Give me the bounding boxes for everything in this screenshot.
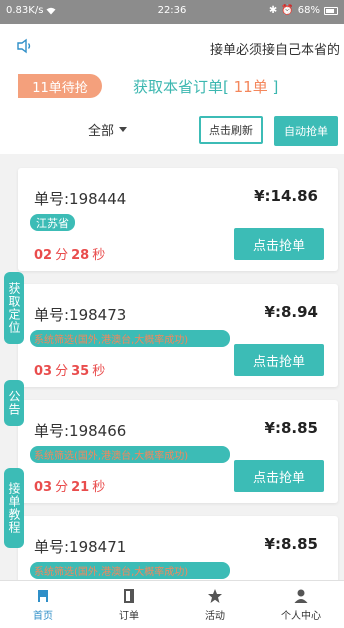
order-icon bbox=[124, 588, 134, 603]
second-unit: 秒 bbox=[92, 364, 106, 379]
region-filter-dropdown[interactable]: 全部 bbox=[88, 120, 128, 139]
alarm-icon: ⏰ bbox=[281, 5, 294, 16]
star-icon bbox=[208, 588, 222, 603]
order-price: ¥:8.94 bbox=[264, 303, 318, 321]
countdown-minutes: 02 bbox=[34, 248, 53, 263]
nav-activity-label: 活动 bbox=[205, 610, 225, 622]
order-number: 单号:198466 bbox=[34, 422, 127, 440]
region-tag: 江苏省 bbox=[30, 214, 75, 231]
announcement-tab[interactable]: 公告 bbox=[4, 380, 24, 426]
order-card: 单号:198471 ¥:8.85 系统筛选(国外,港澳台,大概率成功) bbox=[18, 516, 338, 586]
nav-profile-label: 个人中心 bbox=[281, 610, 321, 622]
battery-percent: 68% bbox=[297, 5, 320, 16]
second-unit: 秒 bbox=[92, 248, 106, 263]
nav-home[interactable]: 首页 bbox=[0, 581, 86, 628]
user-icon bbox=[294, 589, 308, 603]
order-number: 单号:198444 bbox=[34, 190, 127, 208]
minute-unit: 分 bbox=[55, 480, 69, 495]
nav-activity[interactable]: 活动 bbox=[172, 581, 258, 628]
header: 接单必须接自己本省的 11单待抢 获取本省订单[ 11单 ] 全部 点击刷新 自… bbox=[0, 24, 344, 154]
minute-unit: 分 bbox=[55, 248, 69, 263]
filter-label: 全部 bbox=[88, 124, 115, 139]
order-price: ¥:8.85 bbox=[264, 419, 318, 437]
countdown-timer: 03 分 35 秒 bbox=[34, 360, 108, 379]
tutorial-tab[interactable]: 接单教程 bbox=[4, 468, 24, 548]
auto-grab-button[interactable]: 自动抢单 bbox=[274, 116, 338, 146]
bottom-nav: 首页 订单 活动 个人中心 bbox=[0, 580, 344, 628]
status-right: ✱ ⏰ 68% bbox=[269, 5, 338, 16]
nav-home-label: 首页 bbox=[33, 610, 53, 622]
speaker-icon bbox=[17, 38, 31, 54]
pending-count-badge: 11单待抢 bbox=[18, 74, 102, 98]
marquee-text: 接单必须接自己本省的 bbox=[210, 43, 341, 58]
fetch-orders-link[interactable]: 获取本省订单[ 11单 ] bbox=[133, 76, 278, 97]
order-number: 单号:198473 bbox=[34, 306, 127, 324]
nav-orders[interactable]: 订单 bbox=[86, 581, 172, 628]
order-number: 单号:198471 bbox=[34, 538, 127, 556]
grab-order-button[interactable]: 点击抢单 bbox=[234, 460, 324, 492]
order-card: 单号:198444 ¥:14.86 江苏省 02 分 28 秒 点击抢单 bbox=[18, 168, 338, 271]
countdown-timer: 03 分 21 秒 bbox=[34, 476, 108, 495]
fetch-suffix: ] bbox=[272, 78, 279, 96]
region-tag: 系统筛选(国外,港澳台,大概率成功) bbox=[30, 562, 230, 579]
battery-icon bbox=[324, 6, 338, 15]
second-unit: 秒 bbox=[92, 480, 106, 495]
grab-order-button[interactable]: 点击抢单 bbox=[234, 344, 324, 376]
countdown-seconds: 35 bbox=[71, 364, 90, 379]
minute-unit: 分 bbox=[55, 364, 69, 379]
order-price: ¥:8.85 bbox=[264, 535, 318, 553]
order-card: 单号:198473 ¥:8.94 系统筛选(国外,港澳台,大概率成功) 03 分 3… bbox=[18, 284, 338, 387]
status-bar: 0.83K/s 22:36 ✱ ⏰ 68% bbox=[0, 0, 344, 24]
countdown-seconds: 28 bbox=[71, 248, 90, 263]
region-tag: 系统筛选(国外,港澳台,大概率成功) bbox=[30, 446, 230, 463]
countdown-minutes: 03 bbox=[34, 480, 53, 495]
nav-orders-label: 订单 bbox=[119, 610, 139, 622]
grab-order-button[interactable]: 点击抢单 bbox=[234, 228, 324, 260]
fetch-count: 11单 bbox=[228, 78, 273, 96]
order-card: 单号:198466 ¥:8.85 系统筛选(国外,港澳台,大概率成功) 03 分 2… bbox=[18, 400, 338, 503]
home-icon bbox=[38, 589, 48, 602]
get-location-tab[interactable]: 获取定位 bbox=[4, 272, 24, 344]
fetch-prefix: 获取本省订单[ bbox=[133, 78, 229, 96]
bluetooth-icon: ✱ bbox=[268, 5, 278, 16]
chevron-down-icon bbox=[119, 127, 128, 132]
countdown-timer: 02 分 28 秒 bbox=[34, 244, 108, 263]
order-price: ¥:14.86 bbox=[254, 187, 318, 205]
region-tag: 系统筛选(国外,港澳台,大概率成功) bbox=[30, 330, 230, 347]
notice-marquee: 接单必须接自己本省的 bbox=[0, 34, 344, 58]
refresh-button[interactable]: 点击刷新 bbox=[199, 116, 263, 144]
nav-profile[interactable]: 个人中心 bbox=[258, 581, 344, 628]
countdown-seconds: 21 bbox=[71, 480, 90, 495]
countdown-minutes: 03 bbox=[34, 364, 53, 379]
